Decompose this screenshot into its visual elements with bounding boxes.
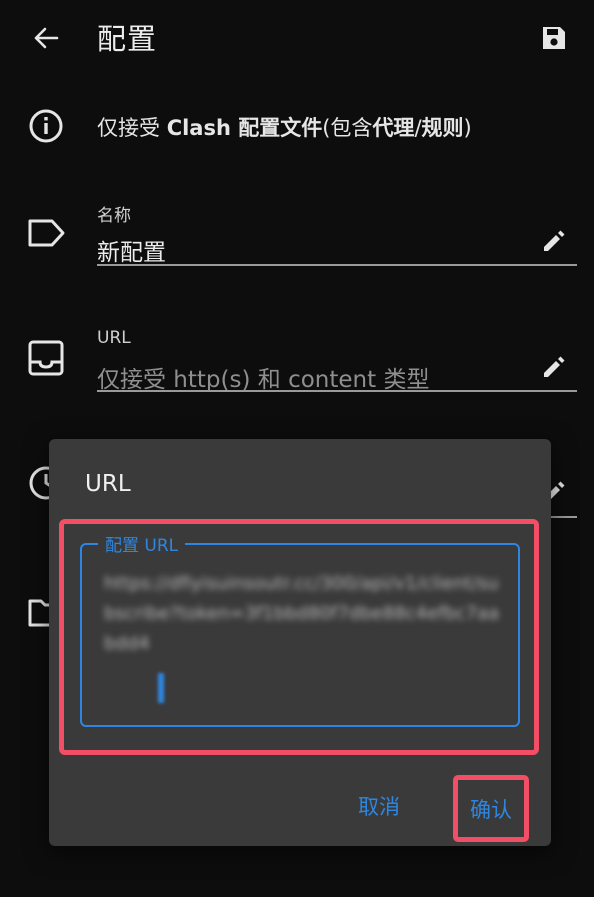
name-label: 名称 [97, 206, 131, 226]
page-title: 配置 [97, 22, 158, 56]
config-url-label: 配置 URL [98, 531, 186, 556]
pencil-icon [544, 230, 565, 251]
confirm-button[interactable]: 确认 [453, 775, 529, 842]
cancel-button[interactable]: 取消 [351, 789, 407, 825]
url-underline [97, 390, 577, 392]
url-label: URL [97, 328, 131, 348]
name-edit-button[interactable] [538, 225, 570, 257]
url-edit-button[interactable] [538, 351, 570, 383]
arrow-left-icon [34, 27, 59, 49]
name-field[interactable]: 新配置 [97, 233, 166, 267]
back-button[interactable] [28, 22, 64, 54]
inbox-icon [28, 340, 64, 376]
config-url-value: https://dfiyisuinsoutr.cc/300/api/v1/cli… [104, 573, 500, 654]
info-text: 仅接受 Clash 配置文件(包含代理/规则) [97, 116, 472, 140]
name-underline [97, 264, 577, 266]
config-url-input[interactable]: 配置 URL https://dfiyisuinsoutr.cc/300/api… [80, 531, 520, 727]
tag-icon [28, 219, 65, 247]
confirm-label: 确认 [470, 797, 512, 822]
text-caret [158, 673, 164, 703]
save-icon [543, 27, 565, 49]
url-field[interactable]: 仅接受 http(s) 和 content 类型 [97, 360, 429, 394]
info-icon [29, 109, 63, 143]
pencil-icon [544, 356, 565, 377]
dialog-title: URL [85, 471, 131, 497]
url-dialog: URL 配置 URL https://dfiyisuinsoutr.cc/300… [49, 439, 551, 846]
save-button[interactable] [538, 22, 570, 54]
